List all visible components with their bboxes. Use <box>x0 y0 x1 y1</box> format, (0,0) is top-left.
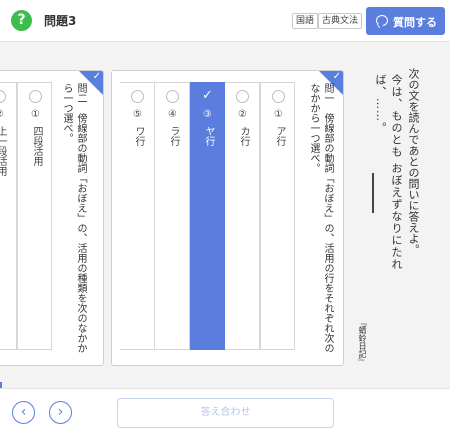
tag-koten-bunpo: 古典文法 <box>318 13 363 29</box>
option-5-wa-gyo[interactable]: ⑤ ワ行 <box>120 82 155 350</box>
speech-bubble-icon <box>376 15 388 26</box>
option-4-ra-gyo[interactable]: ④ ラ行 <box>155 82 190 350</box>
option-label: ラ行 <box>168 126 179 146</box>
main-content: 次の文を読んであとの問いに答えよ。 今は、ものとも おぼえずなりにたれば、……。… <box>0 42 450 422</box>
option-number: ① <box>274 109 283 120</box>
question-1-text: 問一 傍線部の動詞「おぼえ」の、活用の行をそれぞれ次のなかから一つ選べ。 <box>308 83 333 353</box>
sideline-marker <box>372 173 374 213</box>
check-icon: ✓ <box>332 71 341 82</box>
radio-icon[interactable] <box>29 90 42 103</box>
option-number: ⑤ <box>133 109 142 120</box>
option-1-yodan[interactable]: ① 四段活用 <box>17 82 52 350</box>
question-2-text: 問二 傍線部の動詞「おぼえ」の、活用の種類を次のなかから一つ選べ。 <box>61 83 86 353</box>
ask-question-label: 質問する <box>393 16 437 29</box>
option-2-kamiichidan[interactable]: ② 上一段活用 <box>0 82 17 350</box>
question-card-2: ✓ 問二 傍線部の動詞「おぼえ」の、活用の種類を次のなかから一つ選べ。 ① 四段… <box>0 70 104 366</box>
radio-icon[interactable] <box>0 90 6 103</box>
option-label: ワ行 <box>133 126 144 146</box>
previous-button[interactable]: ‹ <box>12 401 35 424</box>
option-label: ヤ行 <box>203 126 214 146</box>
tag-kokugo: 国語 <box>292 13 319 29</box>
radio-checked-icon[interactable] <box>201 88 214 103</box>
option-number: ① <box>31 109 40 120</box>
page-title: 問題3 <box>44 14 77 28</box>
option-label: ア行 <box>274 126 285 146</box>
passage-text: 今は、ものとも おぼえずなりにたれば、……。 <box>374 74 403 271</box>
next-button[interactable]: › <box>49 401 72 424</box>
radio-icon[interactable] <box>166 90 179 103</box>
check-icon: ✓ <box>92 71 101 82</box>
radio-icon[interactable] <box>236 90 249 103</box>
option-label: カ行 <box>238 126 249 146</box>
header-bar: ? 問題3 国語 古典文法 質問する <box>0 0 450 42</box>
option-label: 上一段活用 <box>0 126 6 176</box>
passage-instruction: 次の文を読んであとの問いに答えよ。 <box>407 68 420 255</box>
passage-source: 『蜻蛉日記』 <box>358 318 367 366</box>
option-label: 四段活用 <box>31 126 42 166</box>
check-answer-button[interactable]: 答え合わせ <box>117 398 334 428</box>
option-number: ④ <box>168 109 177 120</box>
option-number: ② <box>0 109 17 120</box>
footer-bar: ‹ › 答え合わせ <box>0 388 450 434</box>
option-number: ③ <box>203 109 212 120</box>
option-3-ya-gyo[interactable]: ③ ヤ行 <box>190 82 225 350</box>
radio-icon[interactable] <box>131 90 144 103</box>
question-mark-icon: ? <box>11 10 32 31</box>
option-number: ② <box>238 109 247 120</box>
question-card-1: ✓ 問一 傍線部の動詞「おぼえ」の、活用の行をそれぞれ次のなかから一つ選べ。 ①… <box>111 70 344 366</box>
option-2-ka-gyo[interactable]: ② カ行 <box>225 82 260 350</box>
ask-question-button[interactable]: 質問する <box>366 7 445 35</box>
option-1-a-gyo[interactable]: ① ア行 <box>260 82 295 350</box>
radio-icon[interactable] <box>272 90 285 103</box>
